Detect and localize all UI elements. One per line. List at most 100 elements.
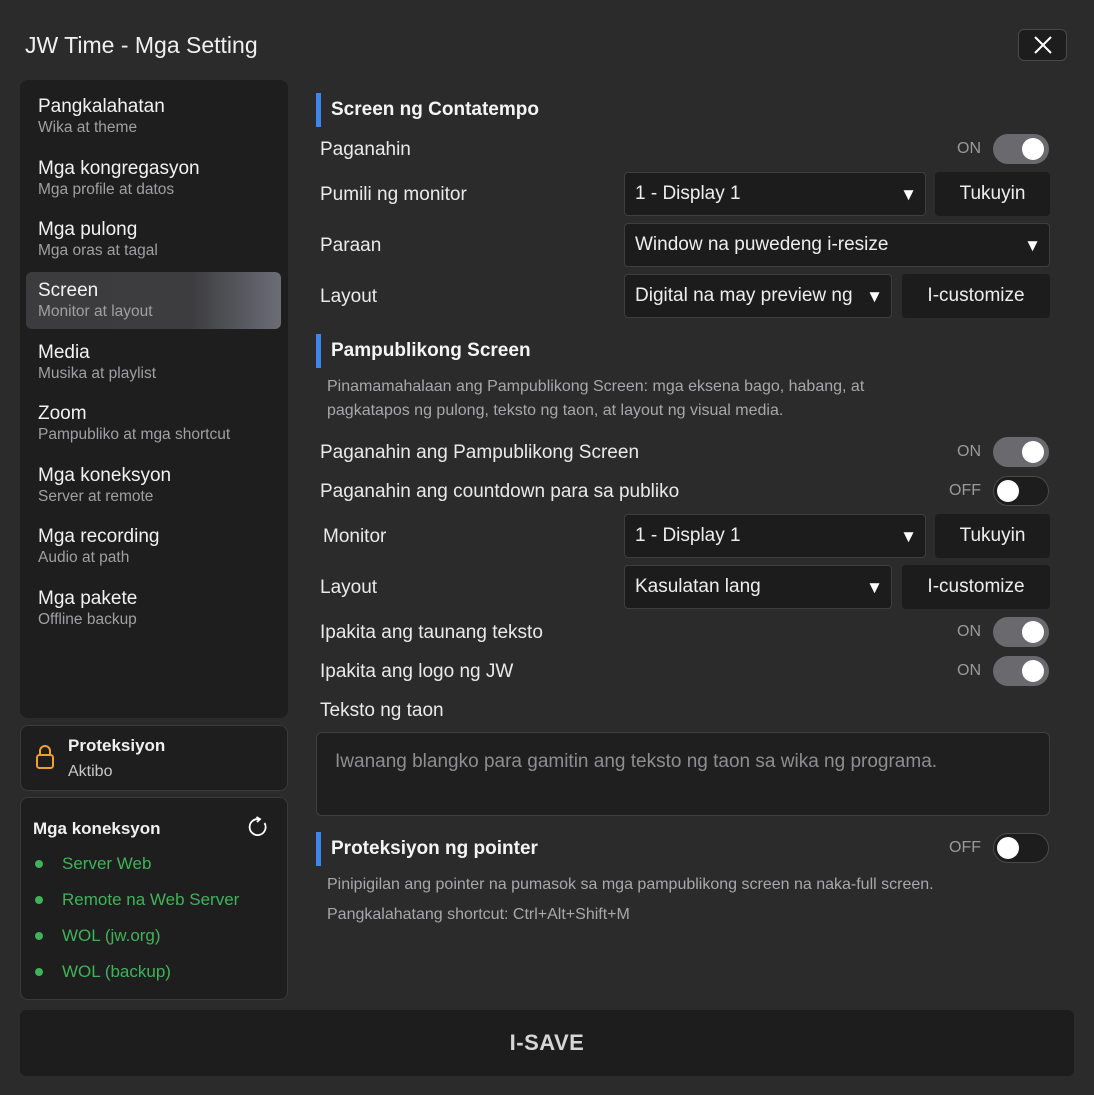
public-countdown-label: Paganahin ang countdown para sa publiko [320, 481, 680, 502]
public-countdown-toggle[interactable] [993, 476, 1049, 506]
select-value: Window na puwedeng i-resize [635, 234, 889, 255]
select-value: Kasulatan lang [635, 576, 761, 597]
yeartext-placeholder: Iwanang blangko para gamitin ang teksto … [335, 751, 938, 772]
connection-label: WOL (jw.org) [62, 926, 161, 945]
save-button[interactable]: I-SAVE [20, 1010, 1074, 1076]
sidebar-item-recording[interactable]: Mga recording Audio at path [26, 518, 281, 575]
connections-title: Mga koneksyon [33, 819, 161, 838]
close-button[interactable] [1018, 29, 1067, 61]
toggle-state-label: ON [957, 662, 981, 679]
dropdown-arrow-icon: ▼ [862, 578, 883, 598]
sidebar-item-media[interactable]: Media Musika at playlist [26, 334, 281, 391]
sidebar-item-pulong[interactable]: Mga pulong Mga oras at tagal [26, 211, 281, 268]
refresh-icon[interactable] [247, 816, 269, 843]
public-screen-description-line1: Pinamamahalaan ang Pampublikong Screen: … [327, 378, 865, 395]
show-yeartext-toggle[interactable] [993, 617, 1049, 647]
connections-card: Mga koneksyon Server Web Remote na Web S… [20, 797, 288, 1000]
public-countdown-toggle-group: OFF [937, 476, 1049, 506]
show-jw-logo-label: Ipakita ang logo ng JW [320, 661, 514, 682]
protection-status: Aktibo [68, 763, 113, 780]
public-screen-description-line2: pagkatapos ng pulong, teksto ng taon, at… [327, 402, 784, 419]
sidebar-item-sublabel: Pampubliko at mga shortcut [38, 426, 231, 443]
close-icon [1033, 36, 1052, 54]
pointer-protection-toggle-group: OFF [937, 833, 1049, 863]
public-layout-label: Layout [320, 577, 378, 598]
select-value: 1 - Display 1 [635, 183, 741, 204]
identify-public-monitor-button[interactable]: Tukuyin [935, 514, 1050, 558]
yeartext-input[interactable]: Iwanang blangko para gamitin ang teksto … [316, 732, 1050, 816]
yeartext-field-label: Teksto ng taon [320, 700, 444, 721]
sidebar-item-label: Mga pulong [38, 219, 138, 240]
sidebar-item-sublabel: Audio at path [38, 549, 130, 566]
show-jw-logo-toggle-group: ON [937, 656, 1049, 686]
toggle-knob [1022, 138, 1044, 160]
sidebar-item-koneksyon[interactable]: Mga koneksyon Server at remote [26, 457, 281, 514]
status-dot [35, 860, 43, 868]
sidebar-item-kongregasyon[interactable]: Mga kongregasyon Mga profile at datos [26, 150, 281, 207]
sidebar-item-sublabel: Musika at playlist [38, 365, 157, 382]
protection-title: Proteksiyon [68, 736, 166, 755]
enable-speaker-screen-toggle-group: ON [937, 134, 1049, 164]
speaker-monitor-select[interactable]: 1 - Display 1 ▼ [624, 172, 926, 216]
section-heading-public-screen: Pampublikong Screen [316, 334, 531, 368]
select-value: 1 - Display 1 [635, 525, 741, 546]
show-yeartext-toggle-group: ON [937, 617, 1049, 647]
connection-label: Server Web [62, 854, 152, 873]
enable-speaker-screen-toggle[interactable] [993, 134, 1049, 164]
dropdown-arrow-icon: ▼ [862, 287, 883, 307]
sidebar-item-label: Mga recording [38, 526, 160, 547]
enable-public-screen-toggle-group: ON [937, 437, 1049, 467]
sidebar-item-sublabel: Monitor at layout [38, 303, 153, 320]
identify-speaker-monitor-button[interactable]: Tukuyin [935, 172, 1050, 216]
dropdown-arrow-icon: ▼ [896, 185, 917, 205]
dropdown-arrow-icon: ▼ [1020, 236, 1041, 256]
sidebar-item-label: Pangkalahatan [38, 96, 165, 117]
toggle-state-label: OFF [949, 482, 981, 499]
sidebar-item-label: Mga kongregasyon [38, 158, 200, 179]
status-dot [35, 968, 43, 976]
speaker-layout-label: Layout [320, 286, 378, 307]
toggle-knob [1022, 441, 1044, 463]
sidebar-item-label: Media [38, 342, 90, 363]
status-dot [35, 896, 43, 904]
public-monitor-label: Monitor [323, 526, 387, 547]
pointer-shortcut-text: Pangkalahatang shortcut: Ctrl+Alt+Shift+… [327, 906, 630, 923]
settings-sidebar: Pangkalahatan Wika at theme Mga kongrega… [20, 80, 288, 718]
toggle-state-label: ON [957, 443, 981, 460]
connection-label: Remote na Web Server [62, 890, 240, 909]
sidebar-item-pakete[interactable]: Mga pakete Offline backup [26, 580, 281, 637]
public-layout-select[interactable]: Kasulatan lang ▼ [624, 565, 892, 609]
customize-public-layout-button[interactable]: I-customize [902, 565, 1050, 609]
sidebar-item-label: Screen [38, 280, 99, 301]
enable-public-screen-toggle[interactable] [993, 437, 1049, 467]
toggle-knob [997, 837, 1019, 859]
sidebar-item-pangkalahatan[interactable]: Pangkalahatan Wika at theme [26, 88, 281, 145]
toggle-state-label: ON [957, 623, 981, 640]
speaker-layout-select[interactable]: Digital na may preview ng ▼ [624, 274, 892, 318]
mode-label: Paraan [320, 235, 382, 256]
enable-public-screen-label: Paganahin ang Pampublikong Screen [320, 442, 640, 463]
show-jw-logo-toggle[interactable] [993, 656, 1049, 686]
connection-item: WOL (backup) [35, 962, 171, 982]
public-monitor-select[interactable]: 1 - Display 1 ▼ [624, 514, 926, 558]
lock-icon [35, 744, 55, 775]
toggle-state-label: OFF [949, 839, 981, 856]
select-monitor-label: Pumili ng monitor [320, 184, 467, 205]
toggle-knob [1022, 660, 1044, 682]
sidebar-item-zoom[interactable]: Zoom Pampubliko at mga shortcut [26, 395, 281, 452]
speaker-mode-select[interactable]: Window na puwedeng i-resize ▼ [624, 223, 1050, 267]
pointer-protection-toggle[interactable] [993, 833, 1049, 863]
sidebar-item-screen[interactable]: Screen Monitor at layout [26, 272, 281, 329]
pointer-description-line1: Pinipigilan ang pointer na pumasok sa mg… [327, 876, 934, 893]
sidebar-item-sublabel: Wika at theme [38, 119, 138, 136]
sidebar-item-sublabel: Offline backup [38, 611, 137, 628]
customize-speaker-layout-button[interactable]: I-customize [902, 274, 1050, 318]
enable-speaker-screen-label: Paganahin [320, 139, 411, 160]
sidebar-item-label: Zoom [38, 403, 87, 424]
dropdown-arrow-icon: ▼ [896, 527, 917, 547]
select-value: Digital na may preview ng [635, 285, 853, 306]
sidebar-item-sublabel: Server at remote [38, 488, 154, 505]
connection-item: WOL (jw.org) [35, 926, 161, 946]
sidebar-item-sublabel: Mga oras at tagal [38, 242, 158, 259]
protection-status-card: Proteksiyon Aktibo [20, 725, 288, 791]
